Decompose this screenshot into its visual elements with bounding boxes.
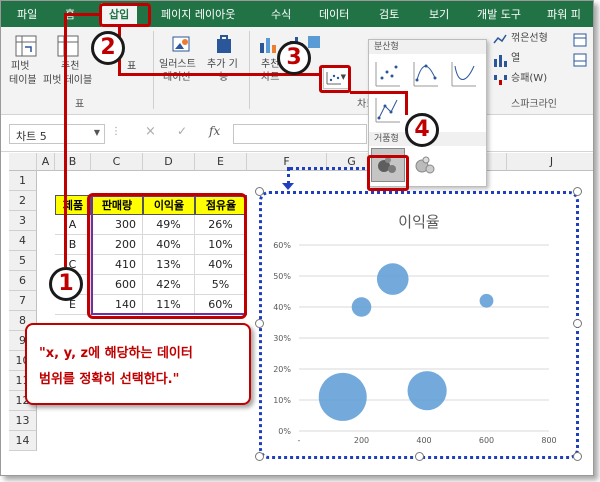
resize-handle[interactable] [573,452,582,461]
insert-function-button[interactable]: fx [209,124,220,138]
scatter-straight-lines-option[interactable] [371,93,405,127]
callout-4: 4 [405,113,439,147]
row-header-14[interactable]: 14 [9,431,37,451]
scatter-markers-icon [375,62,400,87]
cancel-icon[interactable]: × [145,124,156,139]
note-line-1: "x, y, z에 해당하는 데이터 [39,346,193,361]
excel-window: 파일 홈 삽입 페이지 레이아웃 수식 데이터 검토 보기 개발 도구 파워 피… [0,0,594,476]
resize-handle[interactable] [573,187,582,196]
table-cell[interactable]: A [55,215,91,235]
bubble-3d-icon [415,156,435,174]
column-sparkline-icon [494,55,507,67]
win-loss-sparkline-icon [494,75,507,85]
illustrations-label-1: 일러스트 [159,59,196,70]
col-header-e[interactable]: E [195,153,247,171]
highlight-bubble-option [367,155,409,191]
select-all-corner[interactable] [9,153,37,171]
row-header-5[interactable]: 5 [9,251,37,271]
row-header-6[interactable]: 6 [9,271,37,291]
rec-pivot-label-2: 피벗 테이블 [43,75,93,86]
group-label-tables: 표 [75,99,85,110]
slicer-icon[interactable] [573,33,587,47]
resize-handle[interactable] [255,452,264,461]
timeline-icon[interactable] [573,53,587,67]
illustrations-icon [172,36,190,52]
hierarchy-chart-icon[interactable] [307,35,321,49]
resize-handle[interactable] [415,452,424,461]
col-header-b[interactable]: B [55,153,91,171]
instruction-note: "x, y, z에 해당하는 데이터 범위를 정확히 선택한다." [25,323,251,405]
row-header-7[interactable]: 7 [9,291,37,311]
row-header-1[interactable]: 1 [9,171,37,191]
sparkline-column-button[interactable]: 열 [511,53,520,65]
row-header-2[interactable]: 2 [9,191,37,211]
formula-bar: 차트 5 ▼ ⋮ × ✓ fx [1,116,593,152]
callout-3: 3 [277,41,311,75]
drag-handle-icon[interactable]: ⋮ [111,126,121,137]
scatter-smooth-markers-option[interactable] [409,57,443,91]
callout-2: 2 [91,31,125,65]
scatter-straight-lines-icon [375,98,400,123]
chart-selection-outline [259,191,579,459]
group-label-sparklines: 스파크라인 [511,99,557,110]
group-separator [153,31,154,109]
store-icon [217,35,231,53]
line-sparkline-icon [493,34,507,44]
sparkline-line-button[interactable]: 꺾은선형 [511,33,548,45]
col-header-c[interactable]: C [91,153,143,171]
highlight-scatter-button [319,65,351,93]
tab-view[interactable]: 보기 [429,6,449,22]
row-header-3[interactable]: 3 [9,211,37,231]
resize-handle[interactable] [573,319,582,328]
connector-line [64,13,67,267]
scatter-smooth-lines-option[interactable] [447,57,481,91]
pivot-table-icon [15,35,37,57]
pivot-label-2: 테이블 [9,75,37,86]
recommended-pivot-icon [57,35,79,57]
tab-data[interactable]: 데이터 [319,6,349,22]
highlight-data-range [87,193,247,319]
resize-handle[interactable] [255,187,264,196]
tab-file[interactable]: 파일 [17,6,37,22]
tab-developer[interactable]: 개발 도구 [477,6,521,22]
row-header-13[interactable]: 13 [9,411,37,431]
enter-icon[interactable]: ✓ [177,124,187,138]
connector-line [65,13,101,16]
tab-formulas[interactable]: 수식 [271,6,291,22]
scatter-smooth-icon [413,62,438,87]
col-header-d[interactable]: D [143,153,195,171]
recommended-charts-icon [260,38,276,53]
tab-power-pivot[interactable]: 파워 피 [547,6,581,22]
pivot-label-1: 피벗 [11,61,30,72]
connector-line [350,91,408,94]
note-line-2: 범위를 정확히 선택한다." [39,372,180,387]
sparkline-winloss-button[interactable]: 승패(W) [511,73,547,85]
callout-1: 1 [49,267,83,301]
add-ins-label-1: 추가 기 [207,59,238,70]
tab-review[interactable]: 검토 [379,6,399,22]
table-cell[interactable]: B [55,235,91,255]
formula-input[interactable] [233,124,367,144]
group-separator [249,31,250,109]
scatter-markers-option[interactable] [371,57,405,91]
scatter-smooth-lines-icon [451,62,476,87]
gallery-header-scatter: 분산형 [369,40,486,54]
bubble-3d-option[interactable] [409,148,443,182]
table-button-label[interactable]: 표 [127,61,136,73]
row-header-4[interactable]: 4 [9,231,37,251]
resize-handle[interactable] [255,319,264,328]
name-box[interactable]: 차트 5 ▼ [9,124,105,144]
name-box-value: 차트 5 [16,130,47,143]
connector-line [289,167,373,170]
connector-line [405,91,408,115]
highlight-insert-tab [99,3,151,27]
table-header-product[interactable]: 제품 [55,195,91,215]
chevron-down-icon[interactable]: ▼ [94,128,100,137]
tab-page-layout[interactable]: 페이지 레이아웃 [161,6,235,22]
arrow-down-icon [282,183,294,190]
col-header-a[interactable]: A [37,153,55,171]
col-header-j[interactable]: J [507,153,593,171]
